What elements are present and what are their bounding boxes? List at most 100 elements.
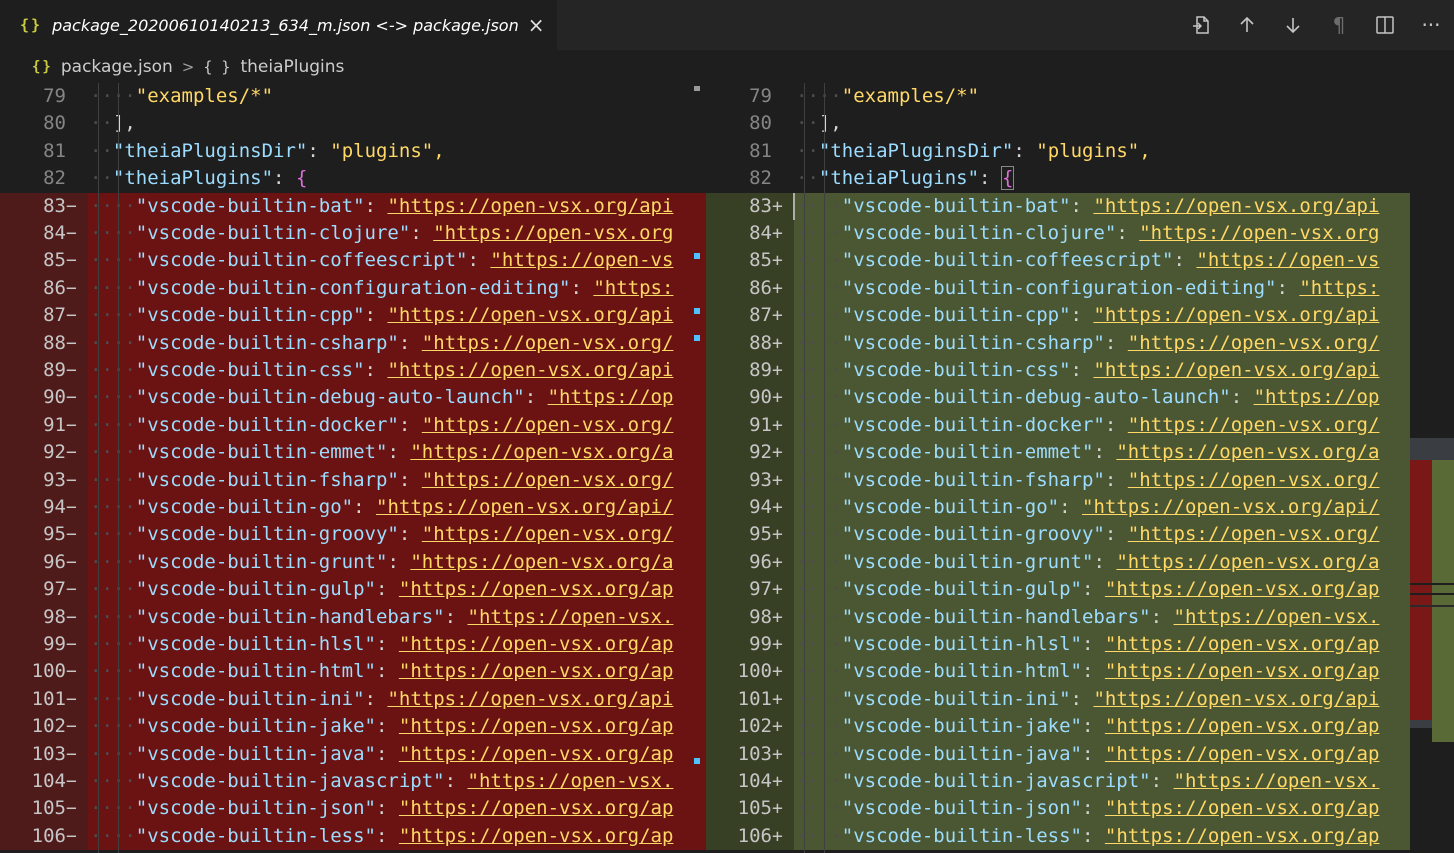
inserted-line[interactable]: 99 + ····"vscode-builtin-hlsl": "https://o… [706, 631, 1410, 659]
deleted-line[interactable]: 98− ····"vscode-builtin-handlebars": "htt… [0, 603, 706, 631]
url-value: "https://open-vsx.org/api [1093, 687, 1380, 710]
colon: : [444, 605, 468, 628]
json-key: "vscode-builtin-handlebars" [135, 605, 445, 628]
inserted-line[interactable]: 93 + ····"vscode-builtin-fsharp": "https:/… [706, 466, 1410, 494]
breadcrumb-file[interactable]: package.json [61, 57, 173, 77]
code-line[interactable]: 81 ··"theiaPluginsDir": "plugins", [706, 138, 1410, 165]
inserted-line[interactable]: 89 + ····"vscode-builtin-css": "https://op… [706, 357, 1410, 385]
indent-guide [118, 83, 119, 853]
json-key: "vscode-builtin-docker" [841, 413, 1105, 436]
deleted-line[interactable]: 83− ····"vscode-builtin-bat": "https://op… [0, 192, 706, 220]
inserted-line[interactable]: 90 + ····"vscode-builtin-debug-auto-launch… [706, 384, 1410, 412]
next-change-icon[interactable] [1270, 0, 1316, 50]
deleted-line[interactable]: 96− ····"vscode-builtin-grunt": "https://… [0, 548, 706, 577]
code-line[interactable]: 80 ··], [706, 110, 1410, 137]
colon: : [467, 249, 491, 272]
code-line[interactable]: 80 ··], [0, 110, 706, 137]
deleted-line[interactable]: 99− ····"vscode-builtin-hlsl": "https://o… [0, 631, 706, 659]
code-line[interactable]: 79 ····"examples/*" [0, 83, 706, 110]
inserted-line[interactable]: 91 + ····"vscode-builtin-docker": "https:/… [706, 411, 1410, 440]
inserted-line[interactable]: 106 + ····"vscode-builtin-less": "https://… [706, 822, 1410, 851]
deleted-line[interactable]: 91− ····"vscode-builtin-docker": "https:/… [0, 411, 706, 440]
deleted-line[interactable]: 102− ····"vscode-builtin-jake": "https://… [0, 713, 706, 741]
whitespace-marker: ···· [796, 468, 842, 491]
json-key: "vscode-builtin-html" [135, 660, 376, 683]
inserted-line[interactable]: 102 + ····"vscode-builtin-jake": "https://… [706, 713, 1410, 741]
colon: : [1070, 687, 1094, 710]
deleted-marker: − [66, 497, 77, 518]
split-editor-icon[interactable] [1362, 0, 1408, 50]
overview-ruler[interactable] [1410, 83, 1454, 853]
previous-change-icon[interactable] [1224, 0, 1270, 50]
colon: : [364, 359, 388, 381]
deleted-line[interactable]: 92− ····"vscode-builtin-emmet": "https://… [0, 439, 706, 467]
deleted-line[interactable]: 105− ····"vscode-builtin-json": "https://… [0, 795, 706, 823]
code-text: ····"vscode-builtin-handlebars": "https:… [90, 604, 673, 631]
deleted-line[interactable]: 100− ····"vscode-builtin-html": "https://… [0, 658, 706, 686]
inserted-line[interactable]: 105 + ····"vscode-builtin-json": "https://… [706, 795, 1410, 823]
open-brace: { [1000, 166, 1015, 191]
inserted-line[interactable]: 88 + ····"vscode-builtin-csharp": "https:/… [706, 329, 1410, 357]
whitespace-marker: ···· [90, 660, 136, 683]
url-value: "https://open-vsx. [467, 770, 674, 792]
code-line[interactable]: 82 ··"theiaPlugins": { [706, 165, 1410, 192]
inserted-line[interactable]: 97 + ····"vscode-builtin-gulp": "https://o… [706, 576, 1410, 604]
inserted-line[interactable]: 86 + ····"vscode-builtin-configuration-edi… [706, 274, 1410, 303]
colon: : [375, 578, 399, 601]
whitespace-toggle-icon[interactable]: ¶ [1316, 0, 1362, 50]
code-line[interactable]: 81 ··"theiaPluginsDir": "plugins", [0, 138, 706, 165]
deleted-line[interactable]: 95− ····"vscode-builtin-groovy": "https:/… [0, 521, 706, 549]
deleted-line[interactable]: 106− ····"vscode-builtin-less": "https://… [0, 822, 706, 851]
deleted-line[interactable]: 104− ····"vscode-builtin-javascript": "ht… [0, 768, 706, 796]
deleted-line[interactable]: 84− ····"vscode-builtin-clojure": "https:… [0, 220, 706, 248]
url-value: "https://open-vsx.org/ [1127, 413, 1380, 436]
deleted-line[interactable]: 89− ····"vscode-builtin-css": "https://op… [0, 357, 706, 385]
inserted-line[interactable]: 100 + ····"vscode-builtin-html": "https://… [706, 658, 1410, 686]
deleted-line[interactable]: 97− ····"vscode-builtin-gulp": "https://o… [0, 576, 706, 604]
code-text: ····"vscode-builtin-docker": "https://op… [90, 412, 673, 439]
inserted-line[interactable]: 96 + ····"vscode-builtin-grunt": "https://… [706, 548, 1410, 577]
pilcrow-glyph: ¶ [1332, 13, 1346, 37]
left-editor-scrollbar[interactable] [690, 83, 706, 853]
modified-editor[interactable]: 79 ····"examples/*" 80 ··], 81 ··"theiaPlugin… [706, 83, 1410, 853]
code-token: ], [112, 112, 136, 135]
whitespace-marker: ···· [796, 578, 842, 601]
inserted-line[interactable]: 87 + ····"vscode-builtin-cpp": "https://op… [706, 302, 1410, 330]
deleted-line[interactable]: 101− ····"vscode-builtin-ini": "https://o… [0, 685, 706, 714]
tab-diff-editor[interactable]: {} package_20200610140213_634_m.json <->… [0, 0, 557, 50]
deleted-line[interactable]: 90− ····"vscode-builtin-debug-auto-launch… [0, 384, 706, 412]
inserted-line[interactable]: 98 + ····"vscode-builtin-handlebars": "htt… [706, 603, 1410, 631]
inserted-line[interactable]: 85 + ····"vscode-builtin-coffeescript": "h… [706, 247, 1410, 275]
inserted-line[interactable]: 92 + ····"vscode-builtin-emmet": "https://… [706, 439, 1410, 467]
inserted-line[interactable]: 103 + ····"vscode-builtin-java": "https://… [706, 740, 1410, 768]
deleted-line[interactable]: 86− ····"vscode-builtin-configuration-edi… [0, 274, 706, 303]
breadcrumb-symbol[interactable]: theiaPlugins [240, 57, 344, 77]
json-key: "vscode-builtin-less" [841, 824, 1082, 847]
close-icon[interactable]: × [528, 15, 545, 35]
code-line[interactable]: 79 ····"examples/*" [706, 83, 1410, 110]
inserted-line[interactable]: 101 + ····"vscode-builtin-ini": "https://o… [706, 685, 1410, 714]
text-cursor [793, 193, 795, 220]
original-editor[interactable]: 79 ····"examples/*" 80 ··], 81 ··"theiaPlugin… [0, 83, 706, 853]
deleted-line[interactable]: 93− ····"vscode-builtin-fsharp": "https:/… [0, 466, 706, 494]
inserted-line[interactable]: 95 + ····"vscode-builtin-groovy": "https:/… [706, 521, 1410, 549]
whitespace-marker: ···· [90, 742, 136, 765]
inserted-line[interactable]: 94 + ····"vscode-builtin-go": "https://ope… [706, 494, 1410, 522]
deleted-line[interactable]: 103− ····"vscode-builtin-java": "https://… [0, 740, 706, 768]
inserted-line[interactable]: 104 + ····"vscode-builtin-javascript": "ht… [706, 768, 1410, 796]
deleted-line[interactable]: 88− ····"vscode-builtin-csharp": "https:/… [0, 329, 706, 357]
deleted-line[interactable]: 87− ····"vscode-builtin-cpp": "https://op… [0, 302, 706, 330]
json-key: "vscode-builtin-json" [841, 797, 1082, 820]
code-line[interactable]: 82 ··"theiaPlugins": { [0, 165, 706, 192]
deleted-line[interactable]: 85− ····"vscode-builtin-coffeescript": "h… [0, 247, 706, 275]
inserted-line[interactable]: 84 + ····"vscode-builtin-clojure": "https:… [706, 220, 1410, 248]
json-key: "vscode-builtin-java" [135, 742, 376, 765]
open-file-icon[interactable] [1178, 0, 1224, 50]
inserted-line[interactable]: 83 + ····"vscode-builtin-bat": "https://op… [706, 192, 1410, 220]
deleted-line[interactable]: 94− ····"vscode-builtin-go": "https://ope… [0, 494, 706, 522]
inserted-marker: + [772, 606, 783, 628]
inserted-marker: + [772, 277, 783, 299]
url-value: "https://open-vsx.org/ [421, 413, 674, 436]
more-actions-icon[interactable]: ··· [1408, 0, 1454, 50]
code-text: ····"vscode-builtin-java": "https://open… [90, 741, 673, 768]
